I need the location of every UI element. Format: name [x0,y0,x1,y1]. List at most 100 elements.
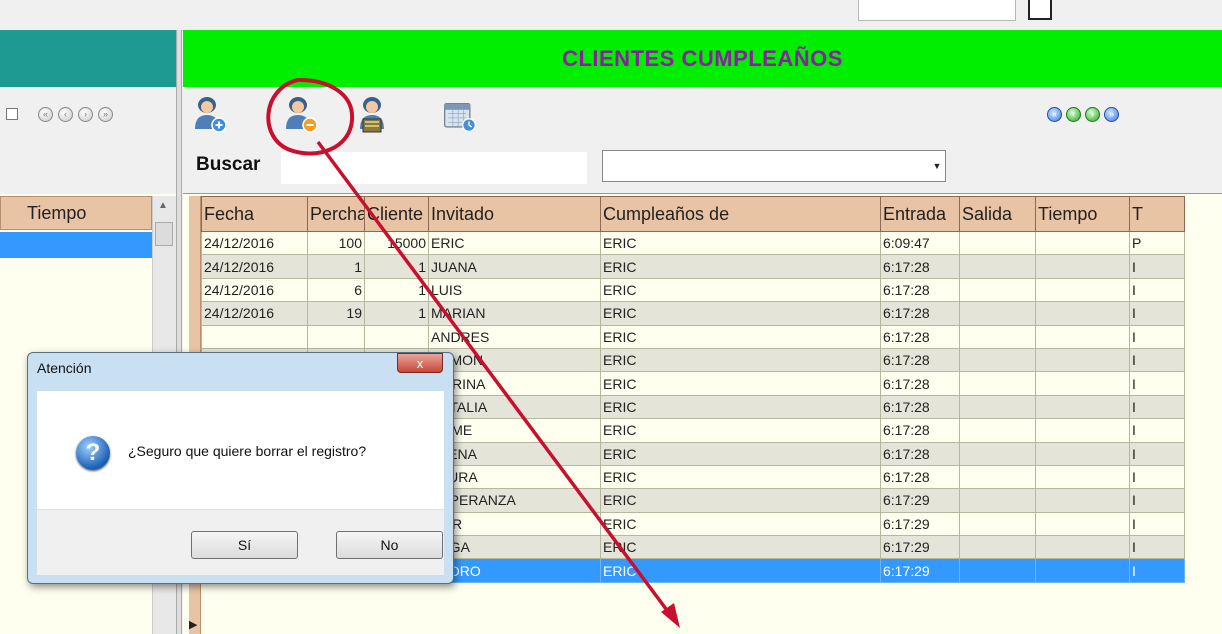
table-cell[interactable]: ERIC [600,371,881,396]
table-cell[interactable]: ESPERANZA [428,488,601,513]
table-cell[interactable]: 6 [307,277,365,303]
table-cell[interactable] [959,230,1036,256]
table-cell[interactable]: I [1129,254,1185,279]
table-cell[interactable]: ERIC [600,464,881,490]
table-cell[interactable] [1035,254,1130,279]
table-cell[interactable]: JUANA [428,254,601,279]
table-cell[interactable]: ERIC [600,277,881,303]
calendar-icon[interactable] [442,97,478,137]
table-cell[interactable] [1035,464,1130,490]
table-cell[interactable]: NATALIA [428,394,601,420]
column-header-salida[interactable]: Salida [959,196,1036,232]
nav-next-icon[interactable]: › [78,107,93,122]
table-cell[interactable] [1035,488,1130,513]
table-cell[interactable]: 6:17:28 [880,394,960,420]
table-cell[interactable] [959,511,1036,537]
table-cell[interactable]: 1 [307,254,365,279]
table-cell[interactable]: 24/12/2016 [201,301,308,326]
table-row[interactable]: 24/12/2016 6 1 LUIS ERIC 6:17:28 I [201,277,1185,303]
table-cell[interactable]: PEDRO [428,558,601,583]
left-selected-row[interactable] [0,232,152,258]
table-cell[interactable] [1035,394,1130,420]
table-cell[interactable]: MARINA [428,371,601,396]
table-cell[interactable]: I [1129,371,1185,396]
table-cell[interactable]: I [1129,464,1185,490]
table-cell[interactable]: 1 [364,277,429,303]
no-button[interactable]: No [336,531,443,559]
table-cell[interactable]: 15000 [364,230,429,256]
table-cell[interactable] [959,441,1036,466]
table-cell[interactable]: 6:17:28 [880,371,960,396]
column-header-percha[interactable]: Percha [307,196,365,232]
document-icon[interactable] [1028,0,1052,20]
table-cell[interactable] [364,324,429,349]
table-cell[interactable]: I [1129,347,1185,373]
column-header-entrada[interactable]: Entrada [880,196,960,232]
chevron-down-icon[interactable]: ▼ [928,150,946,182]
table-cell[interactable]: 1 [364,254,429,279]
table-row[interactable]: 24/12/2016 1 1 JUANA ERIC 6:17:28 I [201,254,1185,279]
nav-prev-icon[interactable]: ‹ [58,107,73,122]
table-cell[interactable]: ERIC [428,230,601,256]
table-cell[interactable] [1035,301,1130,326]
table-cell[interactable] [959,464,1036,490]
table-cell[interactable]: RAMON [428,347,601,373]
table-cell[interactable] [959,394,1036,420]
column-header-t[interactable]: T [1129,196,1185,232]
table-cell[interactable] [959,371,1036,396]
nav-prev-icon[interactable]: ‹ [1066,107,1081,122]
nav-last-icon[interactable]: » [1104,107,1119,122]
table-cell[interactable]: 6:17:28 [880,418,960,443]
table-cell[interactable] [1035,511,1130,537]
table-cell[interactable]: ERIC [600,558,881,583]
table-cell[interactable]: I [1129,441,1185,466]
table-cell[interactable]: 1 [364,301,429,326]
table-row[interactable]: 24/12/2016 19 1 MARIAN ERIC 6:17:28 I [201,301,1185,326]
left-checkbox[interactable] [6,108,18,120]
table-cell[interactable]: ERIC [600,488,881,513]
table-cell[interactable] [959,277,1036,303]
table-cell[interactable]: 6:17:29 [880,558,960,583]
table-cell[interactable]: I [1129,277,1185,303]
top-field[interactable] [858,0,1016,21]
table-cell[interactable]: 24/12/2016 [201,254,308,279]
column-header-tiempo[interactable]: Tiempo [1035,196,1130,232]
table-cell[interactable]: I [1129,418,1185,443]
search-input[interactable] [281,152,587,184]
table-row[interactable]: ANDRES ERIC 6:17:28 I [201,324,1185,349]
table-cell[interactable] [1035,558,1130,583]
table-cell[interactable]: 24/12/2016 [201,230,308,256]
table-cell[interactable] [1035,324,1130,349]
table-cell[interactable]: ERIC [600,441,881,466]
table-cell[interactable]: I [1129,558,1185,583]
table-cell[interactable] [307,324,365,349]
column-header-cliente[interactable]: Cliente [364,196,429,232]
table-cell[interactable] [201,324,308,349]
table-cell[interactable]: 6:17:28 [880,277,960,303]
table-cell[interactable] [1035,277,1130,303]
table-cell[interactable]: 6:17:28 [880,347,960,373]
table-cell[interactable] [1035,230,1130,256]
table-cell[interactable]: 6:17:29 [880,535,960,560]
table-cell[interactable]: I [1129,488,1185,513]
table-cell[interactable]: 6:17:29 [880,488,960,513]
table-cell[interactable] [959,347,1036,373]
table-cell[interactable] [1035,441,1130,466]
table-cell[interactable]: 24/12/2016 [201,277,308,303]
search-field-select[interactable] [602,150,946,182]
table-row[interactable]: 24/12/2016 100 15000 ERIC ERIC 6:09:47 P [201,230,1185,256]
left-column-header[interactable]: Tiempo [0,196,152,230]
table-cell[interactable]: ANDRES [428,324,601,349]
table-cell[interactable]: I [1129,535,1185,560]
table-cell[interactable] [959,254,1036,279]
add-client-icon[interactable] [192,95,228,135]
table-cell[interactable] [959,558,1036,583]
table-cell[interactable] [959,418,1036,443]
dialog-close-button[interactable]: x [397,353,443,373]
table-cell[interactable] [1035,371,1130,396]
table-cell[interactable]: ERIC [600,394,881,420]
table-cell[interactable]: ERIC [600,418,881,443]
nav-first-icon[interactable]: « [1047,107,1062,122]
scroll-thumb[interactable] [155,222,173,246]
table-cell[interactable]: 100 [307,230,365,256]
